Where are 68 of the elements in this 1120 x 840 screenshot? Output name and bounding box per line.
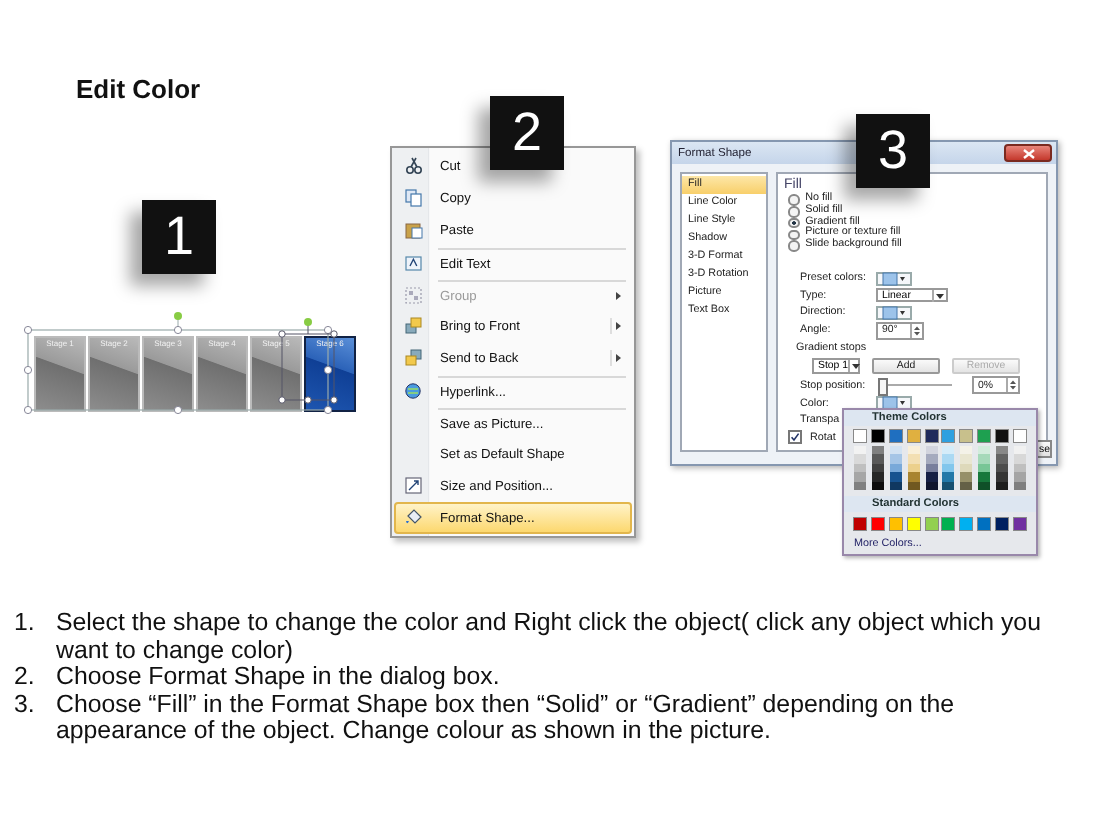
radio-button[interactable] [788, 240, 800, 252]
menu-icon [404, 382, 424, 402]
color-shade-column[interactable] [942, 446, 955, 490]
color-swatch[interactable] [854, 430, 866, 442]
color-swatch[interactable] [942, 517, 955, 530]
menu-icon [404, 254, 424, 274]
color-shade-column[interactable] [871, 446, 884, 490]
check-mark-icon [790, 432, 800, 443]
step-number: 3. [14, 691, 37, 722]
color-swatch[interactable] [996, 430, 1008, 442]
color-swatch[interactable] [854, 517, 866, 530]
step-text: Select the shape to change the color and Right click the object( click any object which you want to change color) [56, 610, 1043, 665]
color-swatch[interactable] [925, 430, 937, 442]
color-swatch[interactable] [889, 430, 902, 442]
number-badge: 3 [856, 114, 930, 188]
swatch-caret-icon [882, 271, 906, 286]
menu-icon [404, 286, 424, 306]
close-icon [1021, 147, 1035, 159]
color-swatch[interactable] [925, 517, 937, 530]
caret-icon [934, 289, 946, 302]
radio-button[interactable] [788, 229, 800, 241]
close-button[interactable] [1004, 144, 1052, 162]
color-dropdown[interactable] [876, 271, 912, 286]
radio-button[interactable] [788, 217, 800, 229]
spin-arrows-icon [912, 323, 922, 338]
step-text: Choose Format Shape in the dialog box. [56, 664, 502, 692]
caret-icon [850, 360, 862, 373]
submenu-arrow-icon [610, 350, 622, 366]
color-swatch[interactable] [907, 430, 920, 442]
color-swatch[interactable] [996, 517, 1008, 530]
submenu-arrow-icon [610, 288, 622, 304]
color-shade-column[interactable] [854, 446, 866, 490]
color-swatch[interactable] [1013, 430, 1026, 442]
color-swatch[interactable] [978, 517, 991, 530]
submenu-arrow-icon [610, 318, 622, 334]
spin-arrows-icon [1008, 378, 1018, 393]
color-swatch[interactable] [960, 430, 973, 442]
radio-button[interactable] [788, 194, 800, 206]
swatch-caret-icon [882, 305, 906, 320]
slide-title: Edit Color [76, 74, 201, 104]
color-swatch[interactable] [871, 517, 884, 530]
swatch-caret-icon [882, 396, 906, 411]
color-shade-column[interactable] [1013, 446, 1026, 490]
color-shade-column[interactable] [889, 446, 902, 490]
color-shade-column[interactable] [960, 446, 973, 490]
color-swatch[interactable] [1013, 517, 1026, 530]
step-text: Choose “Fill” in the Format Shape box then “Solid” or “Gradient” depending on the appearance of the object. Change colour as shown in the picture. [56, 691, 957, 746]
menu-icon [404, 156, 424, 176]
color-swatch[interactable] [871, 430, 884, 442]
color-swatch[interactable] [889, 517, 902, 530]
radio-button[interactable] [788, 205, 800, 218]
color-shade-column[interactable] [996, 446, 1008, 490]
color-swatch[interactable] [942, 430, 955, 442]
number-badge: 2 [490, 96, 564, 170]
step-number: 1. [14, 610, 37, 640]
checkbox[interactable] [788, 430, 802, 445]
menu-icon [404, 508, 424, 528]
slider-thumb[interactable] [878, 378, 888, 397]
color-swatch[interactable] [960, 517, 973, 530]
color-shade-column[interactable] [978, 446, 991, 490]
menu-icon [404, 476, 424, 496]
color-shade-column[interactable] [925, 446, 937, 490]
number-badge: 1 [142, 200, 216, 274]
color-dropdown[interactable] [876, 305, 912, 320]
color-swatch[interactable] [907, 517, 920, 530]
color-shade-column[interactable] [907, 446, 920, 490]
step-number: 2. [14, 664, 37, 692]
color-swatch[interactable] [978, 430, 991, 442]
